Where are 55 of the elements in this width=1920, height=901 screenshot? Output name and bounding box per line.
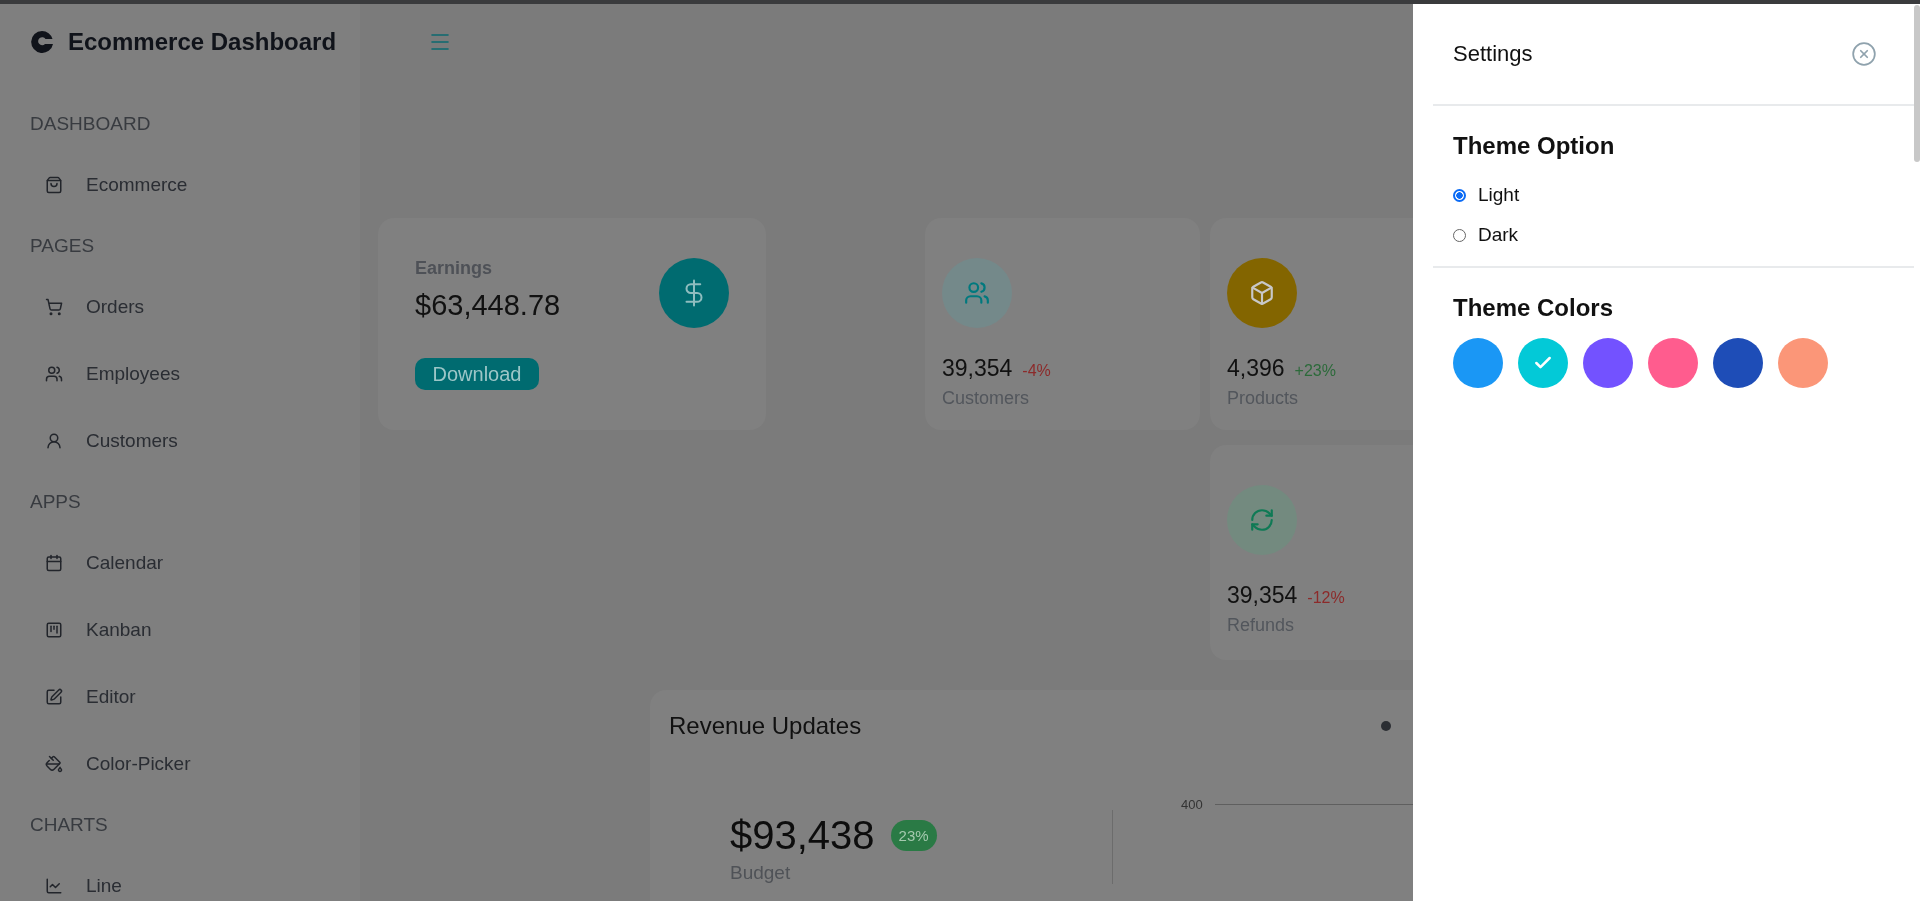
color-swatch[interactable] [1713, 338, 1763, 388]
earnings-value: $63,448.78 [415, 289, 561, 322]
refresh-icon [1249, 507, 1275, 533]
color-swatch[interactable] [1518, 338, 1568, 388]
legend-dot-icon [1381, 721, 1391, 731]
nav-section-title: PAGES [29, 233, 96, 258]
calendar-icon [45, 553, 63, 572]
nav-item[interactable]: Kanban [0, 596, 360, 663]
bag-icon [45, 175, 63, 194]
logo-icon [30, 30, 54, 54]
stat-value: 39,354 [942, 355, 1013, 382]
radio-label: Light [1478, 184, 1520, 206]
nav-item[interactable]: Editor [0, 663, 360, 730]
box-icon [1249, 280, 1275, 306]
budget-value: $93,438 [730, 813, 875, 858]
nav-item[interactable]: Color-Picker [0, 730, 360, 797]
stat-change: +23% [1294, 362, 1336, 380]
stat-change: -4% [1022, 362, 1051, 380]
person-icon [45, 431, 63, 450]
people-icon [964, 280, 990, 306]
line-chart-icon [45, 876, 63, 895]
nav-item[interactable]: Ecommerce [0, 151, 360, 218]
section-heading: Theme Colors [1453, 294, 1615, 322]
nav-section-title: DASHBOARD [29, 111, 152, 136]
close-button[interactable] [1851, 41, 1877, 67]
brand-title: Ecommerce Dashboard [68, 28, 337, 56]
color-swatch[interactable] [1583, 338, 1633, 388]
percent-badge: 23% [890, 820, 937, 851]
stat-change: -12% [1307, 589, 1345, 607]
color-swatch[interactable] [1648, 338, 1698, 388]
theme-radio-option[interactable]: Light [1453, 184, 1914, 206]
kanban-board-icon [45, 620, 63, 639]
nav-item[interactable]: Line [0, 852, 360, 901]
download-button[interactable]: Download [415, 358, 539, 390]
cart-icon [45, 297, 63, 316]
stat-value: 4,396 [1227, 355, 1285, 382]
nav-item[interactable]: Orders [0, 273, 360, 340]
axis-tick-label: 400 [1181, 796, 1203, 812]
pencil-square-icon [45, 687, 63, 706]
nav-section-title: APPS [29, 489, 82, 514]
scrollbar-thumb[interactable] [1914, 5, 1920, 162]
section-heading: Theme Option [1453, 132, 1616, 160]
color-swatch[interactable] [1778, 338, 1828, 388]
nav-item[interactable]: Employees [0, 340, 360, 407]
revenue-title: Revenue Updates [669, 712, 862, 740]
people-icon [45, 364, 63, 383]
nav-item[interactable]: Calendar [0, 529, 360, 596]
nav-item[interactable]: Customers [0, 407, 360, 474]
radio-label: Dark [1478, 224, 1519, 246]
color-swatch[interactable] [1453, 338, 1503, 388]
nav-section-title: CHARTS [29, 812, 109, 837]
settings-title: Settings [1453, 41, 1533, 67]
stat-value: 39,354 [1227, 582, 1298, 609]
paint-bucket-icon [45, 754, 63, 773]
theme-radio-option[interactable]: Dark [1453, 224, 1914, 246]
